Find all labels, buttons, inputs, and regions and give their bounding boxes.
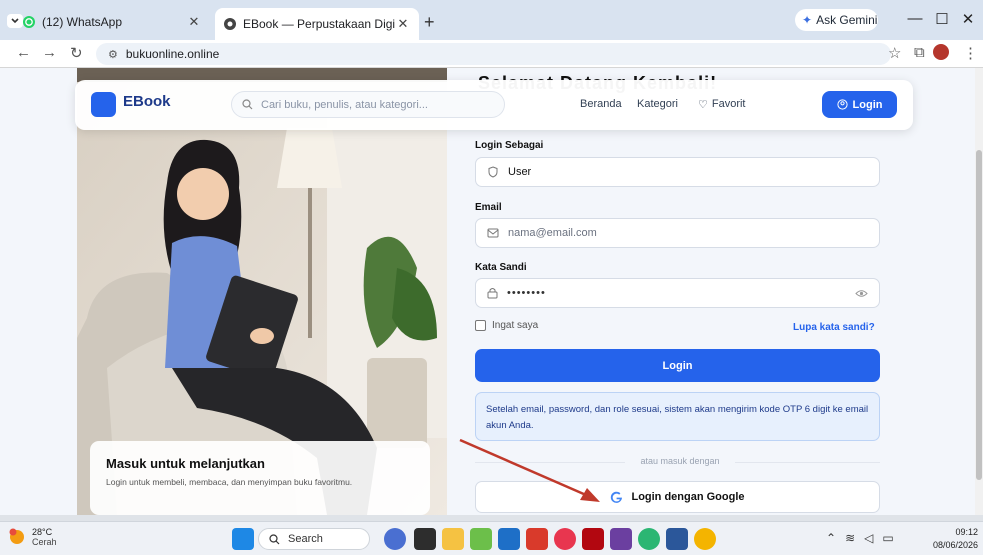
shield-icon: [487, 166, 499, 178]
chrome-icon[interactable]: [694, 528, 716, 550]
forgot-password-link[interactable]: Lupa kata sandi?: [793, 322, 875, 333]
scrollbar-thumb[interactable]: [976, 150, 982, 480]
password-value: ••••••••: [507, 287, 546, 299]
role-value: User: [508, 166, 532, 178]
minimize-icon[interactable]: —: [905, 10, 925, 27]
user-icon: [836, 99, 848, 110]
tab-ebook[interactable]: EBook — Perpustakaan Digital ✕: [215, 8, 419, 40]
profile-avatar[interactable]: [933, 44, 949, 60]
browser-menu-icon[interactable]: ⋮: [963, 44, 978, 62]
taskbar-clock[interactable]: 09:12 08/06/2026: [930, 526, 978, 552]
email-label: Email: [475, 202, 502, 213]
store-icon[interactable]: [498, 528, 520, 550]
nav-link-favorit[interactable]: ♡ Favorit: [698, 98, 746, 111]
logo-icon[interactable]: [91, 92, 116, 117]
app-l-icon[interactable]: [526, 528, 548, 550]
wifi-icon: ≋: [845, 531, 856, 545]
close-tab-icon[interactable]: ✕: [395, 16, 411, 32]
heart-icon: ♡: [698, 99, 708, 111]
search-icon: [269, 533, 280, 545]
weather-widget[interactable]: 28°C Cerah: [8, 527, 57, 547]
url-text: bukuonline.online: [125, 47, 220, 61]
back-icon[interactable]: ←: [16, 44, 31, 61]
new-tab-button[interactable]: +: [424, 12, 435, 33]
gemini-label: Ask Gemini: [816, 13, 878, 27]
nav-login-button[interactable]: Login: [822, 91, 897, 118]
password-label: Kata Sandi: [475, 262, 527, 273]
weather-condition: Cerah: [32, 537, 57, 547]
email-field[interactable]: nama@email.com: [475, 218, 880, 248]
battery-icon: ▭: [882, 531, 894, 545]
pocket-icon[interactable]: [554, 528, 576, 550]
close-window-icon[interactable]: ✕: [958, 10, 978, 28]
app-icon[interactable]: [610, 528, 632, 550]
hero-title: Masuk untuk melanjutkan: [106, 456, 265, 471]
page-viewport: Selamat Datang Kembali! Login Sebagai Us…: [0, 68, 975, 515]
mail-icon: [487, 228, 499, 238]
close-tab-icon[interactable]: ✕: [186, 14, 202, 30]
taskbar-search[interactable]: Search: [258, 528, 370, 550]
tab-title: (12) WhatsApp: [42, 15, 123, 29]
task-view-icon[interactable]: [414, 528, 436, 550]
whatsapp-icon: [22, 15, 36, 29]
search-input[interactable]: Cari buku, penulis, atau kategori...: [231, 91, 505, 118]
favorit-label: Favorit: [711, 98, 746, 110]
email-placeholder: nama@email.com: [508, 227, 597, 239]
search-icon: [242, 99, 253, 110]
reload-icon[interactable]: ↻: [70, 44, 83, 62]
ask-gemini-button[interactable]: ✦ Ask Gemini: [795, 9, 878, 31]
site-navbar: EBook Cari buku, penulis, atau kategori.…: [75, 80, 913, 130]
nav-login-label: Login: [852, 98, 883, 111]
role-label: Login Sebagai: [475, 140, 544, 151]
google-label: Login dengan Google: [631, 491, 745, 503]
volume-icon: ◁: [864, 531, 874, 545]
forward-icon[interactable]: →: [42, 44, 57, 61]
app-icon[interactable]: [638, 528, 660, 550]
url-field[interactable]: ⚙ bukuonline.online: [96, 43, 891, 65]
file-explorer-icon[interactable]: [442, 528, 464, 550]
weather-sun-icon: [8, 528, 26, 546]
taskbar-search-label: Search: [288, 533, 323, 545]
role-select[interactable]: User: [475, 157, 880, 187]
chevron-up-icon[interactable]: ⌃: [826, 531, 836, 545]
divider-text: atau masuk dengan: [625, 456, 735, 466]
weather-temperature: 28°C: [32, 527, 53, 537]
password-field[interactable]: ••••••••: [475, 278, 880, 308]
brand-name[interactable]: EBook: [123, 93, 171, 110]
google-login-button[interactable]: Login dengan Google: [475, 481, 880, 513]
gemini-icon: ✦: [802, 13, 813, 27]
widgets-icon[interactable]: [384, 528, 406, 550]
app-icon[interactable]: [470, 528, 492, 550]
remember-row: Ingat saya: [475, 320, 538, 331]
windows-start-icon[interactable]: [232, 528, 254, 550]
clock-time: 09:12: [955, 527, 978, 537]
login-submit-button[interactable]: Login: [475, 349, 880, 382]
eye-icon[interactable]: [855, 289, 868, 298]
netflix-icon[interactable]: [582, 528, 604, 550]
bookmark-star-icon[interactable]: ☆: [888, 44, 901, 62]
nav-link-kategori[interactable]: Kategori: [637, 98, 678, 110]
remember-label: Ingat saya: [492, 320, 539, 331]
site-settings-icon[interactable]: ⚙: [108, 48, 118, 61]
clock-date: 08/06/2026: [932, 540, 978, 550]
hero-subtitle: Login untuk membeli, membaca, dan menyim…: [106, 477, 353, 487]
lock-icon: [487, 287, 498, 299]
otp-info-box: Setelah email, password, dan role sesuai…: [475, 392, 880, 441]
word-icon[interactable]: [666, 528, 688, 550]
search-placeholder: Cari buku, penulis, atau kategori...: [261, 98, 428, 111]
remember-checkbox[interactable]: [475, 320, 486, 331]
google-icon: [610, 491, 623, 504]
system-tray[interactable]: ⌃ ≋ ◁ ▭: [826, 531, 894, 545]
tab-whatsapp[interactable]: (12) WhatsApp ✕: [14, 8, 210, 36]
site-icon: [223, 17, 237, 31]
maximize-icon[interactable]: ☐: [932, 10, 952, 28]
hero-caption-card: Masuk untuk melanjutkan Login untuk memb…: [90, 441, 430, 515]
extensions-icon[interactable]: ⧉: [914, 44, 925, 61]
tab-title: EBook — Perpustakaan Digital: [243, 17, 395, 31]
nav-link-beranda[interactable]: Beranda: [580, 98, 622, 110]
